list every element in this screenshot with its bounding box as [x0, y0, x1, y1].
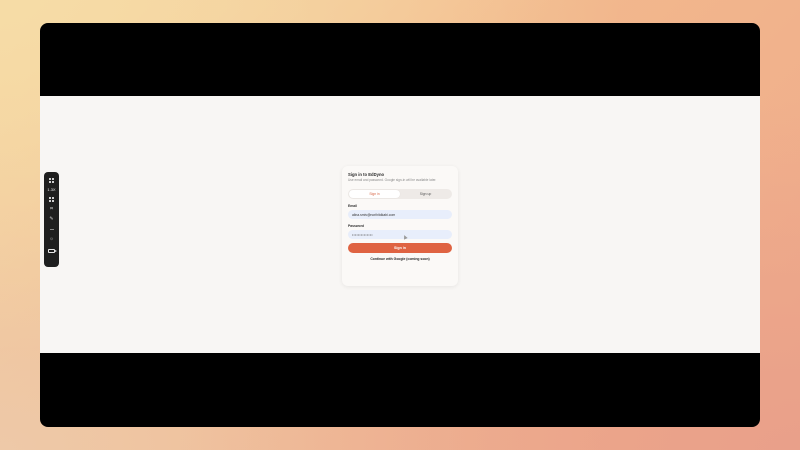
password-field[interactable]: •••••••••••••• — [348, 230, 452, 239]
card-title: Sign in to EdDyno — [348, 172, 385, 177]
email-label: Email — [348, 204, 358, 208]
sign-in-button[interactable]: Sign in — [348, 243, 452, 253]
browser-window: Sign in to EdDyno Use email and password… — [40, 23, 760, 427]
google-signin-link[interactable]: Continue with Google (coming soon) — [348, 257, 452, 261]
crop-icon[interactable]: ⌗ — [46, 205, 57, 213]
zoom-level[interactable]: 1.3X — [46, 186, 57, 193]
page-viewport: Sign in to EdDyno Use email and password… — [40, 96, 760, 353]
camera-icon[interactable] — [48, 249, 57, 253]
recorder-toolbar: 1.3X ⌗ ✎ ☼ — [44, 172, 59, 267]
dots-icon[interactable] — [46, 225, 57, 233]
password-label: Password — [348, 224, 365, 228]
email-field[interactable]: alina.smiv@norihitdkabi.com — [348, 210, 452, 219]
card-subtitle: Use email and password. Google sign-in w… — [348, 178, 437, 182]
sign-in-card: Sign in to EdDyno Use email and password… — [342, 166, 458, 286]
auth-tabs: Sign in Sign up — [348, 189, 452, 199]
sun-icon[interactable]: ☼ — [46, 235, 57, 243]
tab-sign-in[interactable]: Sign in — [349, 190, 400, 198]
apps-icon[interactable] — [46, 195, 57, 203]
pen-icon[interactable]: ✎ — [46, 215, 57, 223]
tab-sign-up[interactable]: Sign up — [400, 190, 451, 198]
grid-icon[interactable] — [46, 176, 57, 184]
